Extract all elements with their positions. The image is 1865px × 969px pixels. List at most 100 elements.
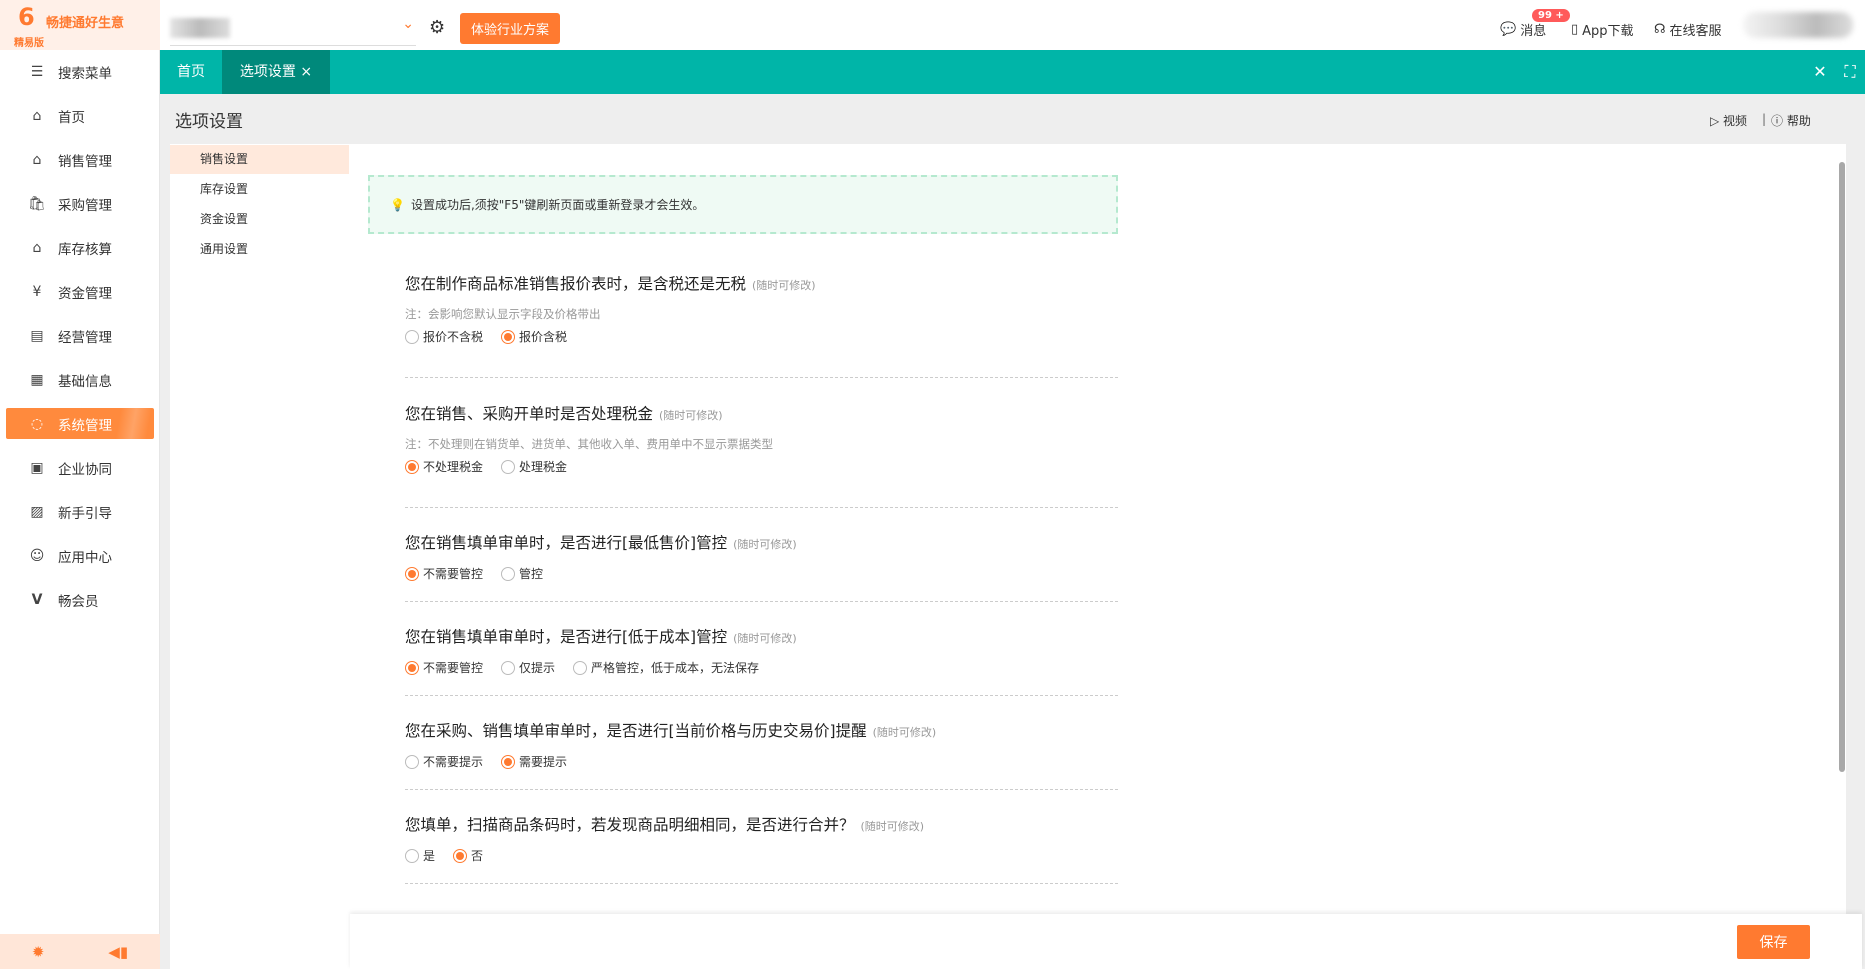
chevron-down-icon: ⌄ <box>402 16 414 32</box>
sidebar-item-system[interactable]: ◌ 系统管理 <box>6 408 154 439</box>
radio-label: 不需要管控 <box>423 661 484 675</box>
radio-option[interactable]: 不处理税金 <box>405 458 483 475</box>
logo[interactable]: 6 畅捷通好生意 精易版 <box>0 0 160 50</box>
setting-question: 您在销售填单审单时，是否进行[低于成本]管控 (随时可修改) 不需要管控 仅提示 严格管… <box>405 625 1118 676</box>
clipboard-icon: ▤ <box>30 327 44 344</box>
radio-label: 管控 <box>519 567 544 581</box>
radio-button[interactable] <box>405 566 419 581</box>
app-download-button[interactable]: ▯ App下载 <box>1571 20 1634 39</box>
trial-industry-button[interactable]: 体验行业方案 <box>460 13 560 44</box>
fullscreen-icon[interactable]: ⛶ <box>1836 50 1864 94</box>
sidebar-label: 销售管理 <box>58 153 112 170</box>
radio-button[interactable] <box>501 329 516 344</box>
radio-option[interactable]: 报价不含税 <box>405 328 483 345</box>
sidebar-item-app-center[interactable]: ☺ 应用中心 <box>6 540 154 571</box>
question-hint: (随时可修改) <box>733 538 797 551</box>
app-center-icon: ☺ <box>29 547 45 564</box>
subnav-funds[interactable]: 资金设置 <box>170 205 349 234</box>
question-title: 您在销售、采购开单时是否处理税金 (随时可修改) <box>405 402 1118 424</box>
radio-button[interactable] <box>405 660 419 675</box>
video-link[interactable]: ▷ 视频 <box>1710 112 1747 129</box>
sidebar-item-guide[interactable]: ▨ 新手引导 <box>6 496 154 527</box>
subnav-general[interactable]: 通用设置 <box>170 235 349 264</box>
collapse-sidebar-icon[interactable]: ◀▮ <box>108 943 128 961</box>
sidebar-item-inventory[interactable]: ⌂ 库存核算 <box>6 232 154 263</box>
sidebar-label: 基础信息 <box>58 373 112 390</box>
sidebar: ☰ 搜索菜单 ⌂ 首页 ⌂ 销售管理 🛍 采购管理 ⌂ 库存核算 ¥ 资金管理 ▤ 经营管理 … <box>0 50 160 969</box>
radio-button[interactable] <box>501 754 516 769</box>
radio-option[interactable]: 报价含税 <box>501 328 567 345</box>
sidebar-item-basic-info[interactable]: ▦ 基础信息 <box>6 364 154 395</box>
section-divider <box>405 377 1118 378</box>
tab-options[interactable]: 选项设置 × <box>222 50 330 94</box>
radio-label: 报价不含税 <box>423 330 484 344</box>
question-title: 您在采购、销售填单审单时，是否进行[当前价格与历史交易价]提醒 (随时可修改) <box>405 719 1118 741</box>
app-download-label: App下载 <box>1582 24 1634 39</box>
tab-close-icon[interactable]: × <box>300 64 312 80</box>
tab-home[interactable]: 首页 <box>160 50 222 94</box>
messages-button[interactable]: 💬 消息 <box>1500 20 1546 39</box>
question-hint: (随时可修改) <box>733 632 797 645</box>
gear-icon[interactable]: ⚙ <box>429 17 445 38</box>
sidebar-item-operations[interactable]: ▤ 经营管理 <box>6 320 154 351</box>
help-link[interactable]: ⓘ 帮助 <box>1771 112 1811 129</box>
account-select[interactable]: ⌄ <box>170 12 416 46</box>
radio-group: 报价不含税 报价含税 <box>405 328 1118 345</box>
sidebar-label: 系统管理 <box>58 417 112 434</box>
notice-box: 💡 设置成功后,须按"F5"键刷新页面或重新登录才会生效。 <box>368 175 1118 234</box>
question-hint: (随时可修改) <box>860 820 925 833</box>
question-text: 您在销售填单审单时，是否进行[低于成本]管控 <box>405 628 728 646</box>
radio-option[interactable]: 处理税金 <box>501 458 567 475</box>
radio-option[interactable]: 是 <box>405 847 435 864</box>
close-all-icon[interactable]: ✕ <box>1806 50 1834 94</box>
section-divider <box>405 507 1118 508</box>
help-label: 帮助 <box>1786 114 1811 128</box>
settings-content: 💡 设置成功后,须按"F5"键刷新页面或重新登录才会生效。 您在制作商品标准销售报… <box>350 144 1846 969</box>
sidebar-item-sales[interactable]: ⌂ 销售管理 <box>6 144 154 175</box>
support-button[interactable]: ☊ 在线客服 <box>1654 20 1722 39</box>
save-button[interactable]: 保存 <box>1737 925 1810 959</box>
radio-option[interactable]: 不需要提示 <box>405 753 483 770</box>
sidebar-item-purchase[interactable]: 🛍 采购管理 <box>6 188 154 219</box>
radio-label: 不需要提示 <box>423 755 484 769</box>
collab-icon: ▣ <box>30 459 44 476</box>
radio-button[interactable] <box>405 754 419 769</box>
radio-button[interactable] <box>405 459 419 474</box>
radio-option[interactable]: 仅提示 <box>501 659 555 676</box>
radio-option[interactable]: 不需要管控 <box>405 659 483 676</box>
radio-option[interactable]: 否 <box>453 847 483 864</box>
sidebar-item-funds[interactable]: ¥ 资金管理 <box>6 276 154 307</box>
question-title: 您在销售填单审单时，是否进行[最低售价]管控 (随时可修改) <box>405 531 1118 553</box>
radio-button[interactable] <box>405 848 419 863</box>
sidebar-item-vip[interactable]: V 畅会员 <box>6 584 154 615</box>
radio-option[interactable]: 不需要管控 <box>405 565 483 582</box>
radio-button[interactable] <box>501 459 516 474</box>
radio-button[interactable] <box>501 566 516 581</box>
radio-button[interactable] <box>453 848 468 863</box>
subnav-inventory[interactable]: 库存设置 <box>170 175 349 204</box>
subnav-sales[interactable]: 销售设置 <box>170 145 349 174</box>
scrollbar-thumb[interactable] <box>1839 162 1845 772</box>
radio-label: 报价含税 <box>519 330 568 344</box>
sidebar-label: 新手引导 <box>58 505 112 522</box>
radio-option[interactable]: 管控 <box>501 565 543 582</box>
scrollbar[interactable] <box>1838 150 1846 910</box>
system-icon: ◌ <box>30 415 44 432</box>
user-menu[interactable] <box>1743 12 1853 38</box>
radio-option[interactable]: 严格管控，低于成本，无法保存 <box>573 659 759 676</box>
radio-group: 不需要管控 管控 <box>405 565 1118 582</box>
section-divider <box>405 695 1118 696</box>
sidebar-item-collab[interactable]: ▣ 企业协同 <box>6 452 154 483</box>
sidebar-item-home[interactable]: ⌂ 首页 <box>6 100 154 131</box>
radio-button[interactable] <box>405 329 419 344</box>
setting-question: 您在销售、采购开单时是否处理税金 (随时可修改) 注：不处理则在销货单、进货单、其他… <box>405 402 1118 475</box>
settings-gear-icon[interactable]: ✹ <box>32 943 45 961</box>
radio-option[interactable]: 需要提示 <box>501 753 567 770</box>
radio-button[interactable] <box>573 660 588 675</box>
radio-button[interactable] <box>501 660 516 675</box>
setting-question: 您在采购、销售填单审单时，是否进行[当前价格与历史交易价]提醒 (随时可修改) 不需… <box>405 719 1118 770</box>
sidebar-item-search[interactable]: ☰ 搜索菜单 <box>6 56 154 87</box>
sidebar-label: 经营管理 <box>58 329 112 346</box>
radio-group: 不处理税金 处理税金 <box>405 458 1118 475</box>
account-name-blurred <box>170 18 230 38</box>
